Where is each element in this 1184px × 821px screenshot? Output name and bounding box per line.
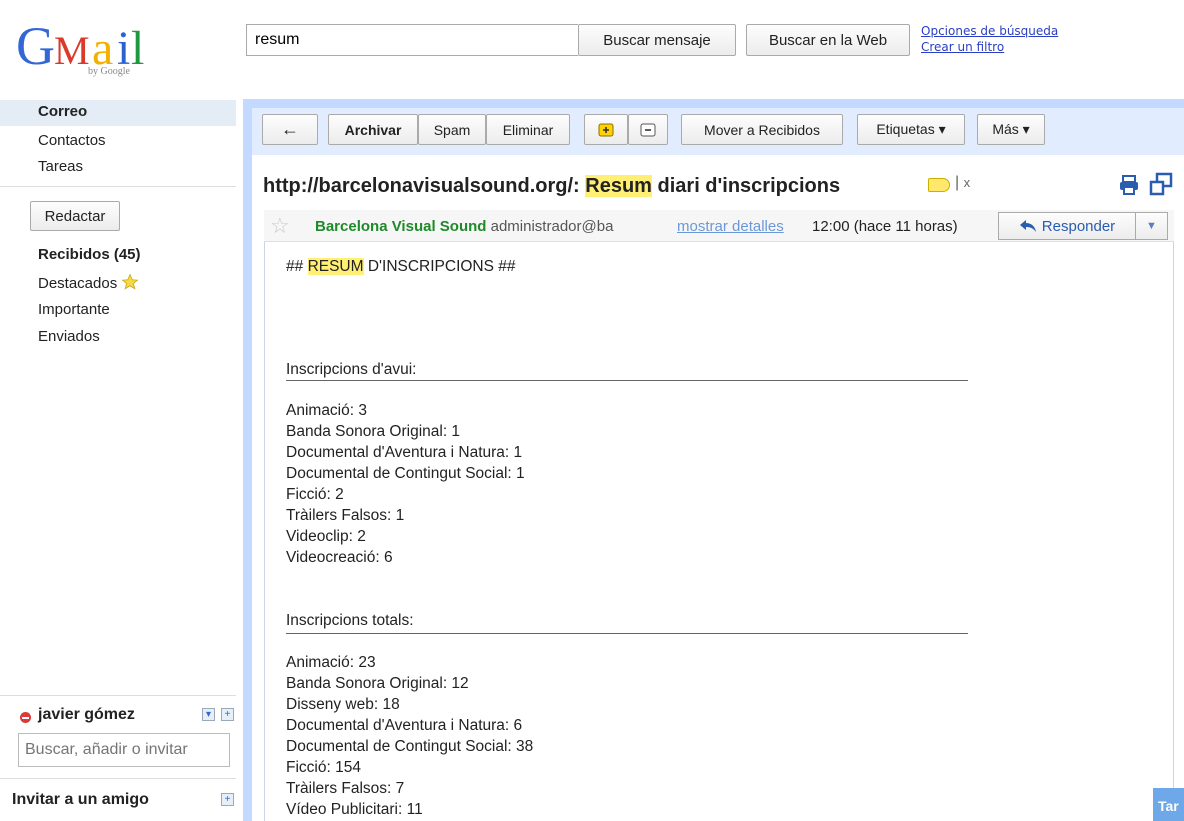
subject-suffix: diari d'inscripcions — [651, 175, 841, 197]
important-plus-icon — [598, 123, 614, 136]
folder-starred-label: Destacados — [38, 275, 118, 292]
total-heading: Inscripcions totals: — [286, 612, 414, 629]
search-options-link[interactable]: Opciones de búsqueda — [921, 24, 1058, 38]
message-time: 12:00 (hace 11 horas) — [812, 218, 958, 235]
today-item: Ficció: 2 — [286, 486, 344, 503]
svg-text:l: l — [131, 22, 144, 75]
new-window-icon[interactable] — [1149, 172, 1173, 196]
chat-divider — [0, 695, 236, 696]
reply-options-dropdown[interactable]: ▼ — [1136, 212, 1168, 240]
create-filter-link[interactable]: Crear un filtro — [921, 40, 1004, 54]
reply-button[interactable]: Responder — [998, 212, 1136, 240]
body-intro: ## RESUM D'INSCRIPCIONS ## — [286, 258, 516, 276]
today-item: Banda Sonora Original: 1 — [286, 423, 461, 440]
invite-add-icon[interactable]: + — [221, 793, 234, 806]
sender[interactable]: Barcelona Visual Sound administrador@ba — [315, 218, 613, 235]
important-minus-icon — [640, 123, 656, 136]
today-heading: Inscripcions d'avui: — [286, 361, 417, 378]
spam-button[interactable]: Spam — [418, 114, 486, 145]
total-rule — [286, 633, 968, 634]
nav-tasks[interactable]: Tareas — [38, 158, 83, 175]
folder-important[interactable]: Importante — [38, 301, 110, 318]
show-details-link[interactable]: mostrar detalles — [677, 218, 784, 235]
total-item: Vídeo Publicitari: 11 — [286, 801, 423, 818]
total-item: Tràilers Falsos: 7 — [286, 780, 405, 797]
star-icon — [121, 273, 139, 290]
star-toggle-icon[interactable]: ☆ — [270, 213, 290, 239]
back-arrow-icon: ← — [281, 119, 299, 139]
body-intro-prefix: ## — [286, 258, 308, 275]
search-web-button[interactable]: Buscar en la Web — [746, 24, 910, 56]
chat-add-icon[interactable]: + — [221, 708, 234, 721]
corner-tab[interactable]: Tar — [1153, 788, 1184, 821]
subject-highlight: Resum — [585, 175, 652, 197]
sender-email: administrador@ba — [490, 218, 614, 235]
today-item: Documental d'Aventura i Natura: 1 — [286, 444, 523, 461]
total-item: Disseny web: 18 — [286, 696, 400, 713]
total-item: Documental de Contingut Social: 38 — [286, 738, 534, 755]
mark-important-button[interactable] — [584, 114, 628, 145]
back-button[interactable]: ← — [262, 114, 318, 145]
compose-button[interactable]: Redactar — [30, 201, 120, 231]
today-item: Animació: 3 — [286, 402, 367, 419]
print-icon[interactable] — [1118, 174, 1140, 196]
label-remove[interactable]: | x — [955, 174, 970, 192]
folder-starred[interactable]: Destacados — [38, 273, 139, 292]
chat-user-name[interactable]: javier gómez — [38, 706, 135, 724]
archive-button[interactable]: Archivar — [328, 114, 418, 145]
message-subject: http://barcelonavisualsound.org/: Resum … — [263, 175, 840, 198]
svg-text:G: G — [16, 16, 55, 76]
mark-not-important-button[interactable] — [628, 114, 668, 145]
total-item: Banda Sonora Original: 12 — [286, 675, 469, 692]
sender-name: Barcelona Visual Sound — [315, 218, 487, 235]
nav-divider — [0, 186, 236, 187]
total-item: Ficció: 154 — [286, 759, 361, 776]
reply-label: Responder — [1041, 217, 1116, 235]
today-item: Documental de Contingut Social: 1 — [286, 465, 525, 482]
reply-arrow-icon — [1019, 220, 1036, 232]
nav-selected-highlight — [0, 100, 236, 126]
busy-status-icon[interactable] — [20, 712, 31, 723]
today-rule — [286, 380, 968, 381]
chat-search-input[interactable] — [18, 733, 230, 767]
subject-prefix: http://barcelonavisualsound.org/: — [263, 175, 586, 197]
invite-friend-label[interactable]: Invitar a un amigo — [12, 791, 149, 809]
search-input[interactable] — [246, 24, 578, 56]
total-item: Animació: 23 — [286, 654, 376, 671]
move-to-inbox-button[interactable]: Mover a Recibidos — [681, 114, 843, 145]
label-tag-icon[interactable] — [928, 178, 950, 192]
gmail-logo[interactable]: G M a i l by Google — [14, 16, 154, 80]
nav-contacts[interactable]: Contactos — [38, 132, 106, 149]
more-dropdown[interactable]: Más ▾ — [977, 114, 1045, 145]
invite-divider — [0, 778, 236, 779]
total-item: Documental d'Aventura i Natura: 6 — [286, 717, 523, 734]
logo-subtitle: by Google — [88, 66, 130, 77]
delete-button[interactable]: Eliminar — [486, 114, 570, 145]
today-item: Videocreació: 6 — [286, 549, 393, 566]
folder-sent[interactable]: Enviados — [38, 328, 100, 345]
body-intro-highlight: RESUM — [307, 258, 364, 275]
svg-text:M: M — [54, 28, 90, 73]
search-mail-button[interactable]: Buscar mensaje — [578, 24, 736, 56]
nav-mail[interactable]: Correo — [38, 103, 87, 120]
gmail-logo-graphic: G M a i l — [16, 16, 144, 76]
body-intro-suffix: D'INSCRIPCIONS ## — [363, 258, 516, 275]
today-item: Tràilers Falsos: 1 — [286, 507, 405, 524]
chat-options-dropdown-icon[interactable]: ▾ — [202, 708, 215, 721]
folder-inbox[interactable]: Recibidos (45) — [38, 246, 141, 263]
labels-dropdown[interactable]: Etiquetas ▾ — [857, 114, 965, 145]
today-item: Videoclip: 2 — [286, 528, 366, 545]
